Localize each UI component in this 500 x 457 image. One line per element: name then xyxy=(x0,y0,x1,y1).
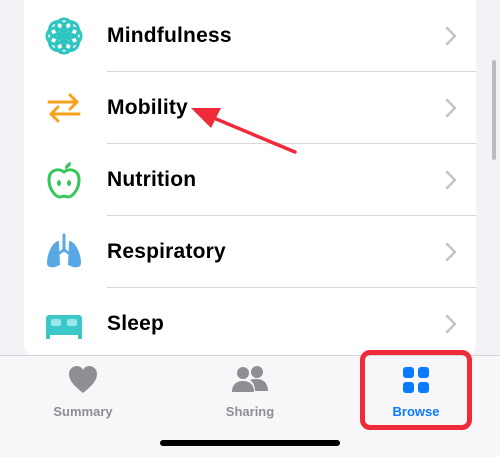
tab-summary[interactable]: Summary xyxy=(23,364,143,428)
list-item-respiratory[interactable]: Respiratory xyxy=(24,216,476,288)
scrollbar[interactable] xyxy=(492,60,496,160)
apple-icon xyxy=(42,158,86,202)
list-item-sleep[interactable]: Sleep xyxy=(24,288,476,358)
list-item-label: Sleep xyxy=(107,312,165,335)
chevron-right-icon xyxy=(445,314,457,334)
list-item-label: Mobility xyxy=(107,96,188,119)
chevron-right-icon xyxy=(445,170,457,190)
heart-icon xyxy=(63,364,103,396)
chevron-right-icon xyxy=(445,26,457,46)
tab-label: Sharing xyxy=(225,404,275,419)
people-icon xyxy=(230,364,270,396)
list-item-mindfulness[interactable]: Mindfulness xyxy=(24,0,476,72)
mindfulness-icon xyxy=(42,14,86,58)
lungs-icon xyxy=(42,230,86,274)
chevron-right-icon xyxy=(445,242,457,262)
tab-sharing[interactable]: Sharing xyxy=(190,364,310,428)
bed-icon xyxy=(42,302,86,346)
health-categories-list: Mindfulness Mobility Nutrition Respirato… xyxy=(24,0,476,358)
list-item-label: Mindfulness xyxy=(107,24,232,47)
mobility-arrows-icon xyxy=(42,86,86,130)
chevron-right-icon xyxy=(445,98,457,118)
tab-label: Summary xyxy=(53,404,113,419)
list-item-label: Nutrition xyxy=(107,168,197,191)
annotation-highlight-box xyxy=(360,350,472,430)
list-item-label: Respiratory xyxy=(107,240,226,263)
home-indicator[interactable] xyxy=(160,440,340,446)
annotation-arrow xyxy=(191,108,297,154)
